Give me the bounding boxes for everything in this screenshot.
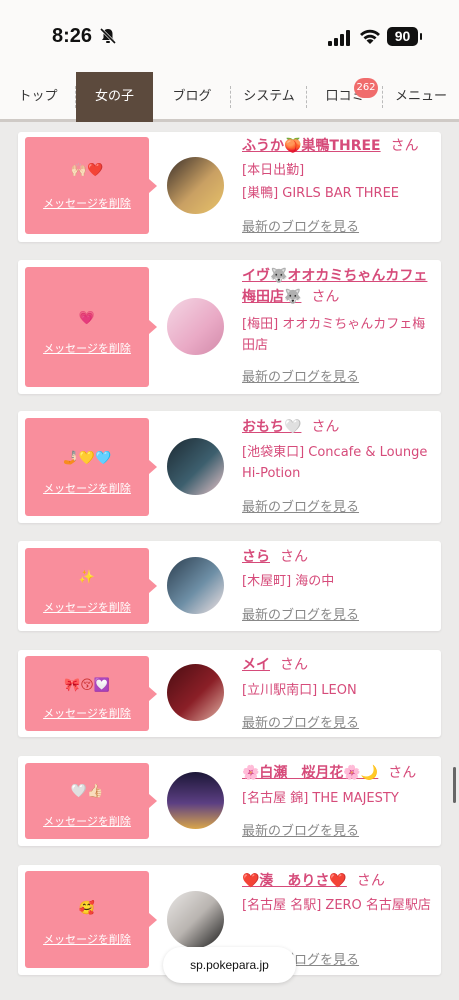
favorite-card: 🎀😚💟 メッセージを削除 メイ さん [立川駅南口] LEON 最新のブログを見る	[18, 650, 441, 737]
avatar[interactable]	[167, 557, 224, 614]
favorite-card: 🤍👍🏻 メッセージを削除 🌸白瀬 桜月花🌸🌙 さん [名古屋 錦] THE MAJ…	[18, 756, 441, 846]
message-bubble: ✨ メッセージを削除	[25, 548, 157, 624]
honorific: さん	[280, 549, 308, 565]
favorite-card: 🙌🏻❤️ メッセージを削除 ふうか🍑巣鴨THREE さん [本日出勤] [巣鴨] …	[18, 132, 441, 242]
girl-name-link[interactable]: 🌸白瀬 桜月花🌸🌙	[242, 765, 378, 781]
battery-indicator: 90	[387, 27, 422, 46]
bell-muted-icon	[99, 27, 117, 45]
delete-message-link[interactable]: メッセージを削除	[25, 813, 149, 829]
shop-info: [巣鴨] GIRLS BAR THREE	[242, 186, 399, 201]
avatar[interactable]	[167, 157, 224, 214]
message-bubble: 🥰 メッセージを削除	[25, 871, 157, 968]
name-line: メイ さん	[242, 655, 437, 676]
latest-blog-link[interactable]: 最新のブログを見る	[242, 820, 359, 839]
message-emoji: 🤳🏻💛🩵	[62, 451, 112, 466]
latest-blog-link[interactable]: 最新のブログを見る	[242, 604, 359, 623]
favorite-card: 🤳🏻💛🩵 メッセージを削除 おもち🤍 さん [池袋東口] Concafe & Lo…	[18, 411, 441, 523]
shop-info: [梅田] オオカミちゃんカフェ梅田店	[242, 317, 426, 353]
name-line: おもち🤍 さん	[242, 417, 437, 438]
delete-message-link[interactable]: メッセージを削除	[25, 195, 149, 211]
scroll-indicator[interactable]	[453, 767, 456, 803]
girl-name-link[interactable]: おもち🤍	[242, 419, 301, 435]
delete-message-link[interactable]: メッセージを削除	[25, 705, 149, 721]
girl-name-link[interactable]: ❤️湊 ありさ❤️	[242, 873, 347, 889]
shop-info: [名古屋 錦] THE MAJESTY	[242, 791, 399, 806]
tab-system[interactable]: システム	[231, 72, 307, 122]
message-emoji: 🤍👍🏻	[70, 784, 104, 799]
review-count-badge: 262	[354, 78, 378, 98]
message-bubble: 💗 メッセージを削除	[25, 267, 157, 387]
name-line: さら さん	[242, 547, 437, 568]
honorific: さん	[311, 419, 340, 435]
honorific: さん	[390, 138, 419, 154]
name-line: 🌸白瀬 桜月花🌸🌙 さん	[242, 763, 437, 784]
message-bubble: 🤳🏻💛🩵 メッセージを削除	[25, 418, 157, 516]
honorific: さん	[388, 765, 417, 781]
tab-menu[interactable]: メニュー	[383, 72, 459, 122]
avatar[interactable]	[167, 298, 224, 355]
favorite-card: 💗 メッセージを削除 イヴ🐺オオカミちゃんカフェ梅田店🐺 さん [梅田] オオカミ…	[18, 260, 441, 394]
name-line: ふうか🍑巣鴨THREE さん	[242, 136, 437, 157]
url-bar[interactable]: sp.pokepara.jp	[163, 947, 296, 983]
main-nav: トップ 女の子 ブログ システム 口コミ メニュー	[0, 72, 459, 122]
delete-message-link[interactable]: メッセージを削除	[25, 599, 149, 615]
honorific: さん	[280, 657, 308, 673]
shop-info: [立川駅南口] LEON	[242, 683, 357, 698]
shop-info: [本日出勤]	[242, 163, 305, 178]
message-bubble: 🙌🏻❤️ メッセージを削除	[25, 137, 157, 234]
message-emoji: 💗	[78, 311, 96, 326]
favorite-card: ✨ メッセージを削除 さら さん [木屋町] 海の中 最新のブログを見る	[18, 541, 441, 631]
latest-blog-link[interactable]: 最新のブログを見る	[242, 496, 359, 515]
name-line: イヴ🐺オオカミちゃんカフェ梅田店🐺 さん	[242, 266, 437, 308]
girl-name-link[interactable]: メイ	[242, 657, 270, 673]
tab-girls[interactable]: 女の子	[76, 72, 153, 122]
latest-blog-link[interactable]: 最新のブログを見る	[242, 712, 359, 731]
avatar[interactable]	[167, 772, 224, 829]
avatar[interactable]	[167, 438, 224, 495]
delete-message-link[interactable]: メッセージを削除	[25, 480, 149, 496]
message-emoji: 🙌🏻❤️	[70, 163, 104, 178]
message-bubble: 🤍👍🏻 メッセージを削除	[25, 763, 157, 839]
message-bubble: 🎀😚💟 メッセージを削除	[25, 656, 157, 731]
girl-name-link[interactable]: さら	[242, 549, 270, 565]
tab-top[interactable]: トップ	[0, 72, 76, 122]
message-emoji: 🎀😚💟	[64, 678, 110, 693]
cellular-signal-icon	[328, 30, 350, 46]
status-bar: 8:26 90	[0, 0, 459, 72]
honorific: さん	[311, 289, 340, 305]
shop-info: [木屋町] 海の中	[242, 574, 335, 589]
shop-info: [池袋東口] Concafe & Lounge Hi-Potion	[242, 445, 428, 481]
clock: 8:26	[52, 25, 93, 47]
girl-name-link[interactable]: ふうか🍑巣鴨THREE	[242, 138, 381, 154]
latest-blog-link[interactable]: 最新のブログを見る	[242, 366, 359, 385]
tab-blog[interactable]: ブログ	[153, 72, 231, 122]
avatar[interactable]	[167, 664, 224, 721]
wifi-icon	[360, 29, 380, 44]
name-line: ❤️湊 ありさ❤️ さん	[242, 871, 437, 892]
delete-message-link[interactable]: メッセージを削除	[25, 340, 149, 356]
message-emoji: 🥰	[78, 901, 96, 916]
message-emoji: ✨	[78, 570, 96, 585]
delete-message-link[interactable]: メッセージを削除	[25, 931, 149, 947]
shop-info: [名古屋 名駅] ZERO 名古屋駅店	[242, 898, 431, 913]
avatar[interactable]	[167, 891, 224, 948]
honorific: さん	[356, 873, 385, 889]
latest-blog-link[interactable]: 最新のブログを見る	[242, 216, 359, 235]
